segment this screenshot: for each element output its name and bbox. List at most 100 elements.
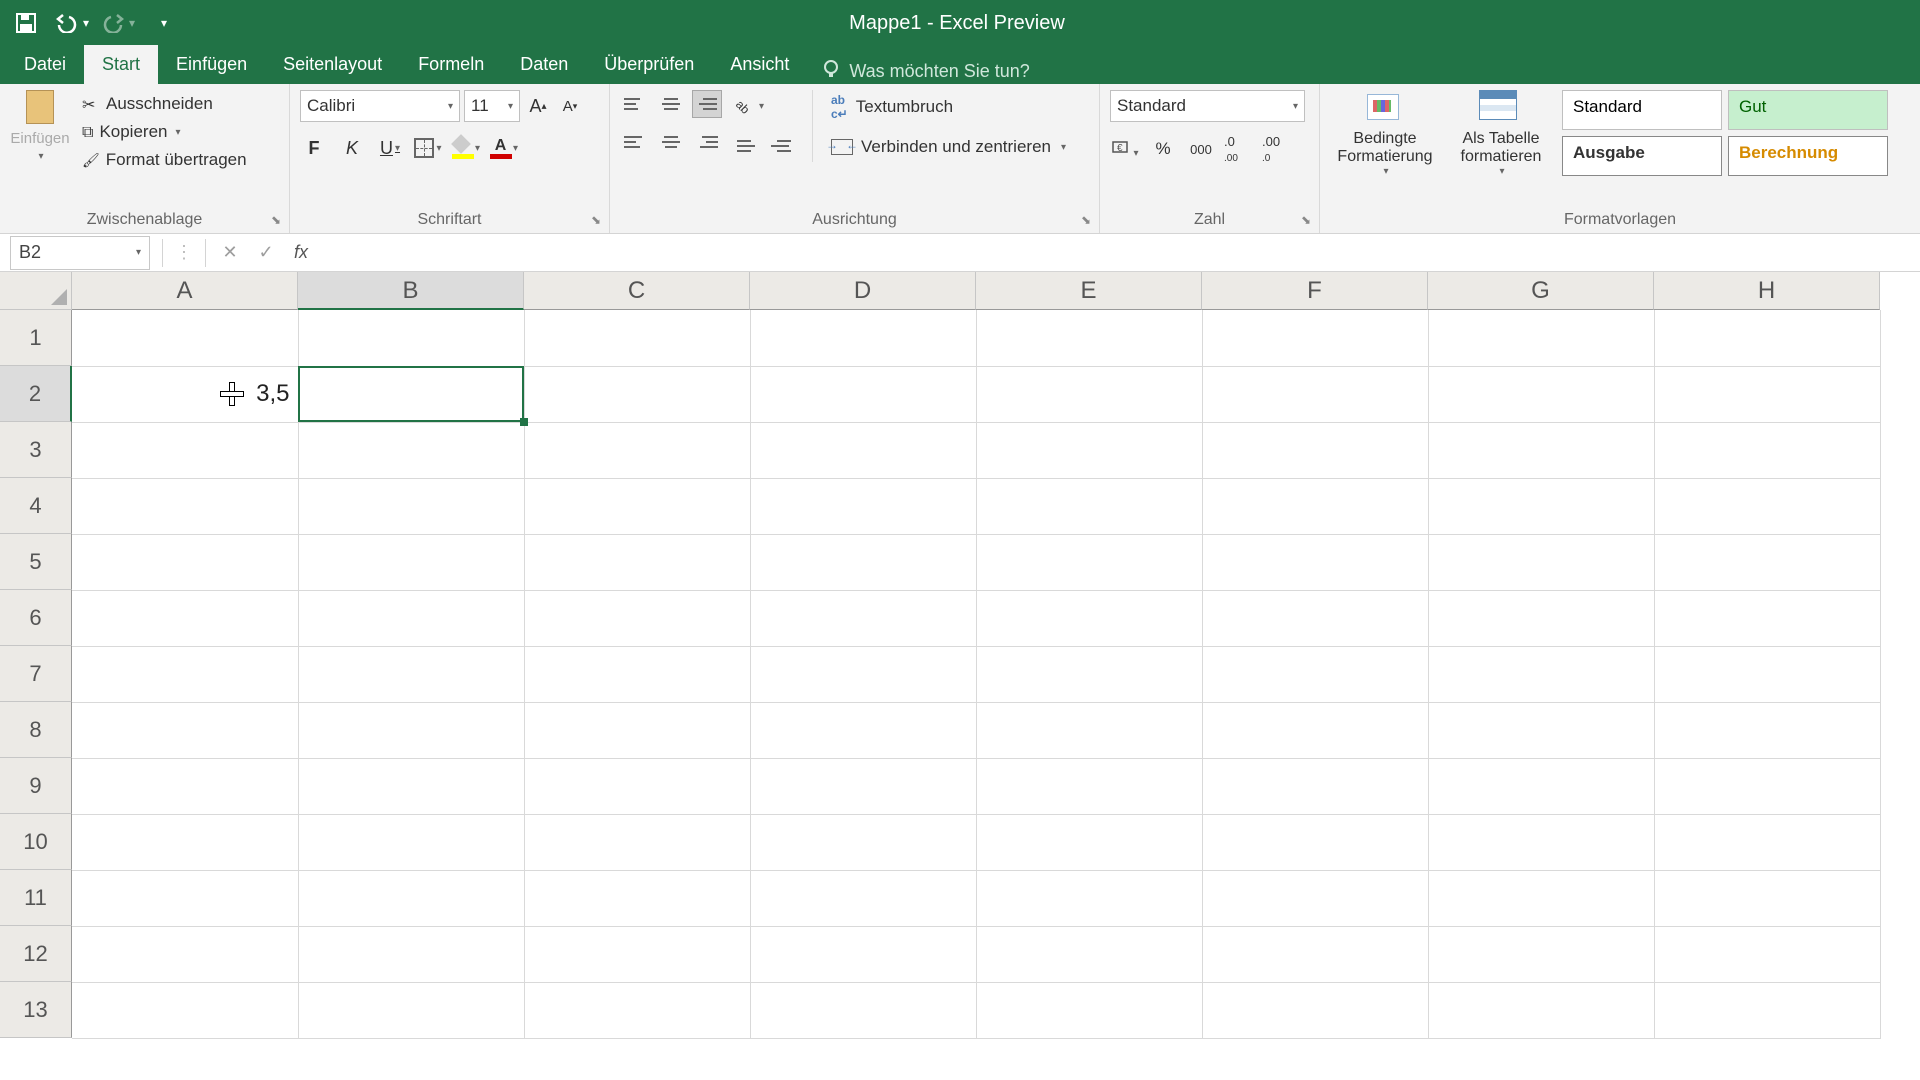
cell-E11[interactable] [976, 870, 1202, 926]
cell-E6[interactable] [976, 590, 1202, 646]
cell-H7[interactable] [1654, 646, 1880, 702]
cell-F10[interactable] [1202, 814, 1428, 870]
conditional-formatting-button[interactable]: Bedingte Formatierung▾ [1330, 90, 1440, 177]
font-size-combo[interactable]: 11▾ [464, 90, 520, 122]
cell-G8[interactable] [1428, 702, 1654, 758]
increase-font-button[interactable]: A▴ [524, 92, 552, 120]
cell-B13[interactable] [298, 982, 524, 1038]
cell-A10[interactable] [72, 814, 298, 870]
cell-E2[interactable] [976, 366, 1202, 422]
font-name-combo[interactable]: Calibri▾ [300, 90, 460, 122]
align-left-button[interactable] [620, 128, 650, 156]
tab-daten[interactable]: Daten [502, 45, 586, 84]
align-top-button[interactable] [620, 90, 650, 118]
cell-E4[interactable] [976, 478, 1202, 534]
cell-B8[interactable] [298, 702, 524, 758]
format-painter-button[interactable]: Format übertragen [78, 148, 251, 172]
decrease-decimal-button[interactable]: .00.0 [1262, 134, 1292, 164]
cell-B3[interactable] [298, 422, 524, 478]
tab-seitenlayout[interactable]: Seitenlayout [265, 45, 400, 84]
cell-H10[interactable] [1654, 814, 1880, 870]
cell-C3[interactable] [524, 422, 750, 478]
undo-button[interactable]: ▾ [54, 5, 90, 41]
formula-input[interactable] [318, 236, 1920, 270]
cell-D2[interactable] [750, 366, 976, 422]
cell-G5[interactable] [1428, 534, 1654, 590]
row-header-6[interactable]: 6 [0, 590, 72, 646]
row-header-8[interactable]: 8 [0, 702, 72, 758]
cell-C11[interactable] [524, 870, 750, 926]
underline-button[interactable]: U▾ [376, 134, 404, 162]
cell-G3[interactable] [1428, 422, 1654, 478]
comma-style-button[interactable]: 000 [1186, 142, 1216, 157]
tab-einfugen[interactable]: Einfügen [158, 45, 265, 84]
dialog-launcher-icon[interactable]: ⬊ [591, 213, 605, 227]
cell-F8[interactable] [1202, 702, 1428, 758]
cell-H5[interactable] [1654, 534, 1880, 590]
cell-G6[interactable] [1428, 590, 1654, 646]
col-header-E[interactable]: E [976, 272, 1202, 310]
cell-F3[interactable] [1202, 422, 1428, 478]
cell-A8[interactable] [72, 702, 298, 758]
cell-D1[interactable] [750, 310, 976, 366]
tab-datei[interactable]: Datei [6, 45, 84, 84]
cell-B5[interactable] [298, 534, 524, 590]
increase-indent-button[interactable] [770, 134, 798, 162]
col-header-H[interactable]: H [1654, 272, 1880, 310]
cell-C5[interactable] [524, 534, 750, 590]
cancel-formula-button[interactable]: ✕ [212, 242, 248, 263]
fill-color-button[interactable]: ▾ [452, 134, 480, 162]
cell-H8[interactable] [1654, 702, 1880, 758]
cell-C8[interactable] [524, 702, 750, 758]
cell-D5[interactable] [750, 534, 976, 590]
cell-B7[interactable] [298, 646, 524, 702]
style-standard[interactable]: Standard [1562, 90, 1722, 130]
align-middle-button[interactable] [656, 90, 686, 118]
decrease-indent-button[interactable] [736, 134, 764, 162]
cell-F11[interactable] [1202, 870, 1428, 926]
cell-A7[interactable] [72, 646, 298, 702]
format-as-table-button[interactable]: Als Tabelle formatieren▾ [1446, 90, 1556, 177]
row-header-10[interactable]: 10 [0, 814, 72, 870]
cell-F12[interactable] [1202, 926, 1428, 982]
cell-H6[interactable] [1654, 590, 1880, 646]
functions-menu-icon[interactable]: ⋮ [169, 242, 199, 263]
select-all-corner[interactable] [0, 272, 72, 310]
copy-button[interactable]: Kopieren▾ [78, 120, 251, 144]
number-format-combo[interactable]: Standard▾ [1110, 90, 1305, 122]
cell-C13[interactable] [524, 982, 750, 1038]
cell-C4[interactable] [524, 478, 750, 534]
cell-B4[interactable] [298, 478, 524, 534]
style-berechnung[interactable]: Berechnung [1728, 136, 1888, 176]
tab-ansicht[interactable]: Ansicht [712, 45, 807, 84]
cell-F5[interactable] [1202, 534, 1428, 590]
save-button[interactable] [8, 5, 44, 41]
percent-button[interactable]: % [1148, 139, 1178, 159]
cell-H11[interactable] [1654, 870, 1880, 926]
cell-D6[interactable] [750, 590, 976, 646]
cell-G1[interactable] [1428, 310, 1654, 366]
style-ausgabe[interactable]: Ausgabe [1562, 136, 1722, 176]
cell-D10[interactable] [750, 814, 976, 870]
cell-E8[interactable] [976, 702, 1202, 758]
cell-C6[interactable] [524, 590, 750, 646]
paste-button[interactable]: Einfügen ▾ [10, 90, 70, 172]
cell-H2[interactable] [1654, 366, 1880, 422]
cell-F13[interactable] [1202, 982, 1428, 1038]
cell-B6[interactable] [298, 590, 524, 646]
cell-E12[interactable] [976, 926, 1202, 982]
cell-D13[interactable] [750, 982, 976, 1038]
row-header-5[interactable]: 5 [0, 534, 72, 590]
cell-H12[interactable] [1654, 926, 1880, 982]
fill-handle[interactable] [520, 418, 528, 426]
tell-me-search[interactable]: Was möchten Sie tun? [807, 59, 1043, 84]
cell-C7[interactable] [524, 646, 750, 702]
redo-button[interactable]: ▾ [100, 5, 136, 41]
cell-B11[interactable] [298, 870, 524, 926]
cell-F9[interactable] [1202, 758, 1428, 814]
name-box[interactable]: B2▾ [10, 236, 150, 270]
cell-F4[interactable] [1202, 478, 1428, 534]
tab-uberprufen[interactable]: Überprüfen [586, 45, 712, 84]
cell-B10[interactable] [298, 814, 524, 870]
cell-D3[interactable] [750, 422, 976, 478]
